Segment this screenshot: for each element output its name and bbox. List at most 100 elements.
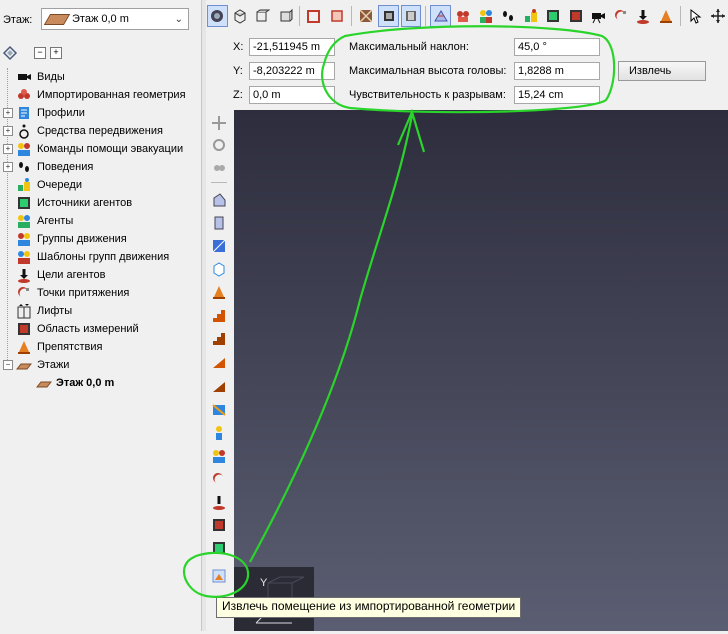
tree-toolbar: − + [2, 44, 62, 62]
floors-icon [15, 357, 33, 373]
floor-icon [43, 13, 71, 25]
magnet-button[interactable] [611, 5, 632, 27]
source-icon [16, 195, 32, 211]
extract-room-icon[interactable] [209, 566, 229, 586]
expand-icon[interactable]: + [3, 126, 13, 136]
cone-icon [16, 339, 32, 355]
tree-item-camera[interactable]: Виды [0, 68, 200, 86]
max-head-height-field[interactable]: 1,8288 m [514, 62, 600, 80]
max-slope-field[interactable]: 45,0 ° [514, 38, 600, 56]
orbit-icon[interactable] [209, 135, 229, 155]
door-button[interactable] [400, 5, 422, 27]
tree-item-group-template[interactable]: Шаблоны групп движения [0, 248, 200, 266]
gap-sensitivity-field[interactable]: 15,24 cm [514, 86, 600, 104]
tree-item-label: Средства передвижения [37, 125, 163, 137]
view-front-button[interactable] [252, 5, 273, 27]
tree-item-label: Область измерений [37, 323, 139, 335]
obstacle-cone-icon[interactable] [209, 282, 229, 302]
slope-icon[interactable] [209, 236, 229, 256]
tree-item-label: Поведения [37, 161, 94, 173]
zoom-icon[interactable] [209, 158, 229, 178]
tree-item-label: Виды [37, 71, 65, 83]
group-icon[interactable] [209, 446, 229, 466]
queue-button[interactable] [520, 5, 541, 27]
tree-item-floor-0[interactable]: Этаж 0,0 m [0, 374, 200, 392]
tree-item-label: Точки притяжения [37, 287, 130, 299]
stair-1-icon[interactable] [209, 306, 229, 326]
pan-icon[interactable] [209, 113, 229, 133]
profiles-button[interactable] [453, 5, 474, 27]
tree-item-agents[interactable]: Агенты [0, 212, 200, 230]
tree-item-queue[interactable]: Очереди [0, 176, 200, 194]
view-side-button[interactable] [275, 5, 296, 27]
y-label: Y: [233, 65, 243, 77]
tree-item-groups[interactable]: Группы движения [0, 230, 200, 248]
room-button[interactable] [327, 5, 348, 27]
agents-button[interactable] [475, 5, 496, 27]
tree-item-floors[interactable]: − Этажи [0, 356, 200, 374]
floor-shape-icon[interactable] [209, 190, 229, 210]
expand-all-button[interactable]: + [50, 47, 62, 59]
tree-item-geometry[interactable]: Импортированная геометрия [0, 86, 200, 104]
collapse-icon[interactable]: − [3, 360, 13, 370]
perspective-view-button[interactable] [207, 5, 228, 27]
y-coordinate-field[interactable]: -8,203222 m [249, 62, 335, 80]
tree-item-label: Этаж 0,0 m [56, 377, 115, 389]
x-label: X: [233, 41, 244, 53]
magnet-tool-icon[interactable] [209, 469, 229, 489]
stair-2-icon[interactable] [209, 329, 229, 349]
expand-icon[interactable]: + [3, 144, 13, 154]
expand-icon[interactable]: + [3, 162, 13, 172]
view-top-button[interactable] [230, 5, 251, 27]
tree-item-footsteps[interactable]: + Поведения [0, 158, 200, 176]
measure-tool-icon[interactable] [209, 515, 229, 535]
x-coordinate-field[interactable]: -21,511945 m [249, 38, 335, 56]
measure-button[interactable] [566, 5, 587, 27]
wheelchair-icon [16, 123, 32, 139]
target-button[interactable] [633, 5, 654, 27]
tree-item-source[interactable]: Источники агентов [0, 194, 200, 212]
tree-item-label: Профили [37, 107, 85, 119]
3d-viewport[interactable] [234, 110, 728, 631]
escalator-icon[interactable] [209, 399, 229, 419]
tree-item-label: Группы движения [37, 233, 127, 245]
source-button[interactable] [543, 5, 564, 27]
select-pointer-button[interactable] [685, 5, 706, 27]
tree-item-team[interactable]: + Команды помощи эвакуации [0, 140, 200, 158]
footsteps-button[interactable] [498, 5, 519, 27]
tree-item-target[interactable]: Цели агентов [0, 266, 200, 284]
tree-item-label: Очереди [37, 179, 82, 191]
wall-button[interactable] [304, 5, 325, 27]
z-coordinate-field[interactable]: 0,0 m [249, 86, 335, 104]
agent-icon[interactable] [209, 423, 229, 443]
tree-item-cone[interactable]: Препятствия [0, 338, 200, 356]
stair-button[interactable] [356, 5, 377, 27]
ramp-1-icon[interactable] [209, 352, 229, 372]
pan-arrows-button[interactable] [708, 5, 728, 27]
axis-y-label: Y [260, 577, 268, 589]
footsteps-icon [16, 159, 32, 175]
collapse-all-button[interactable]: − [34, 47, 46, 59]
cone-button[interactable] [656, 5, 677, 27]
magnet-icon [16, 285, 32, 301]
target-tool-icon[interactable] [209, 492, 229, 512]
tree-item-label: Источники агентов [37, 197, 133, 209]
tree-item-wheelchair[interactable]: + Средства передвижения [0, 122, 200, 140]
tool-palette [205, 110, 233, 631]
tree-item-magnet[interactable]: Точки притяжения [0, 284, 200, 302]
box-icon[interactable] [209, 259, 229, 279]
tree-item-measure[interactable]: Область измерений [0, 320, 200, 338]
obstruction-button[interactable] [378, 5, 399, 27]
tree-item-profiles[interactable]: + Профили [0, 104, 200, 122]
expand-icon[interactable]: + [3, 108, 13, 118]
ramp-2-icon[interactable] [209, 376, 229, 396]
top-toolbar [205, 2, 728, 30]
extract-button[interactable]: Извлечь [618, 61, 706, 81]
tree-item-elevator[interactable]: Лифты [0, 302, 200, 320]
floor-select[interactable]: Этаж 0,0 m ⌄ [41, 8, 189, 30]
link-icon[interactable] [2, 45, 18, 61]
camera-button[interactable] [588, 5, 609, 27]
source-tool-icon[interactable] [209, 538, 229, 558]
wall-rect-icon[interactable] [209, 213, 229, 233]
geometry-button[interactable] [430, 5, 451, 27]
